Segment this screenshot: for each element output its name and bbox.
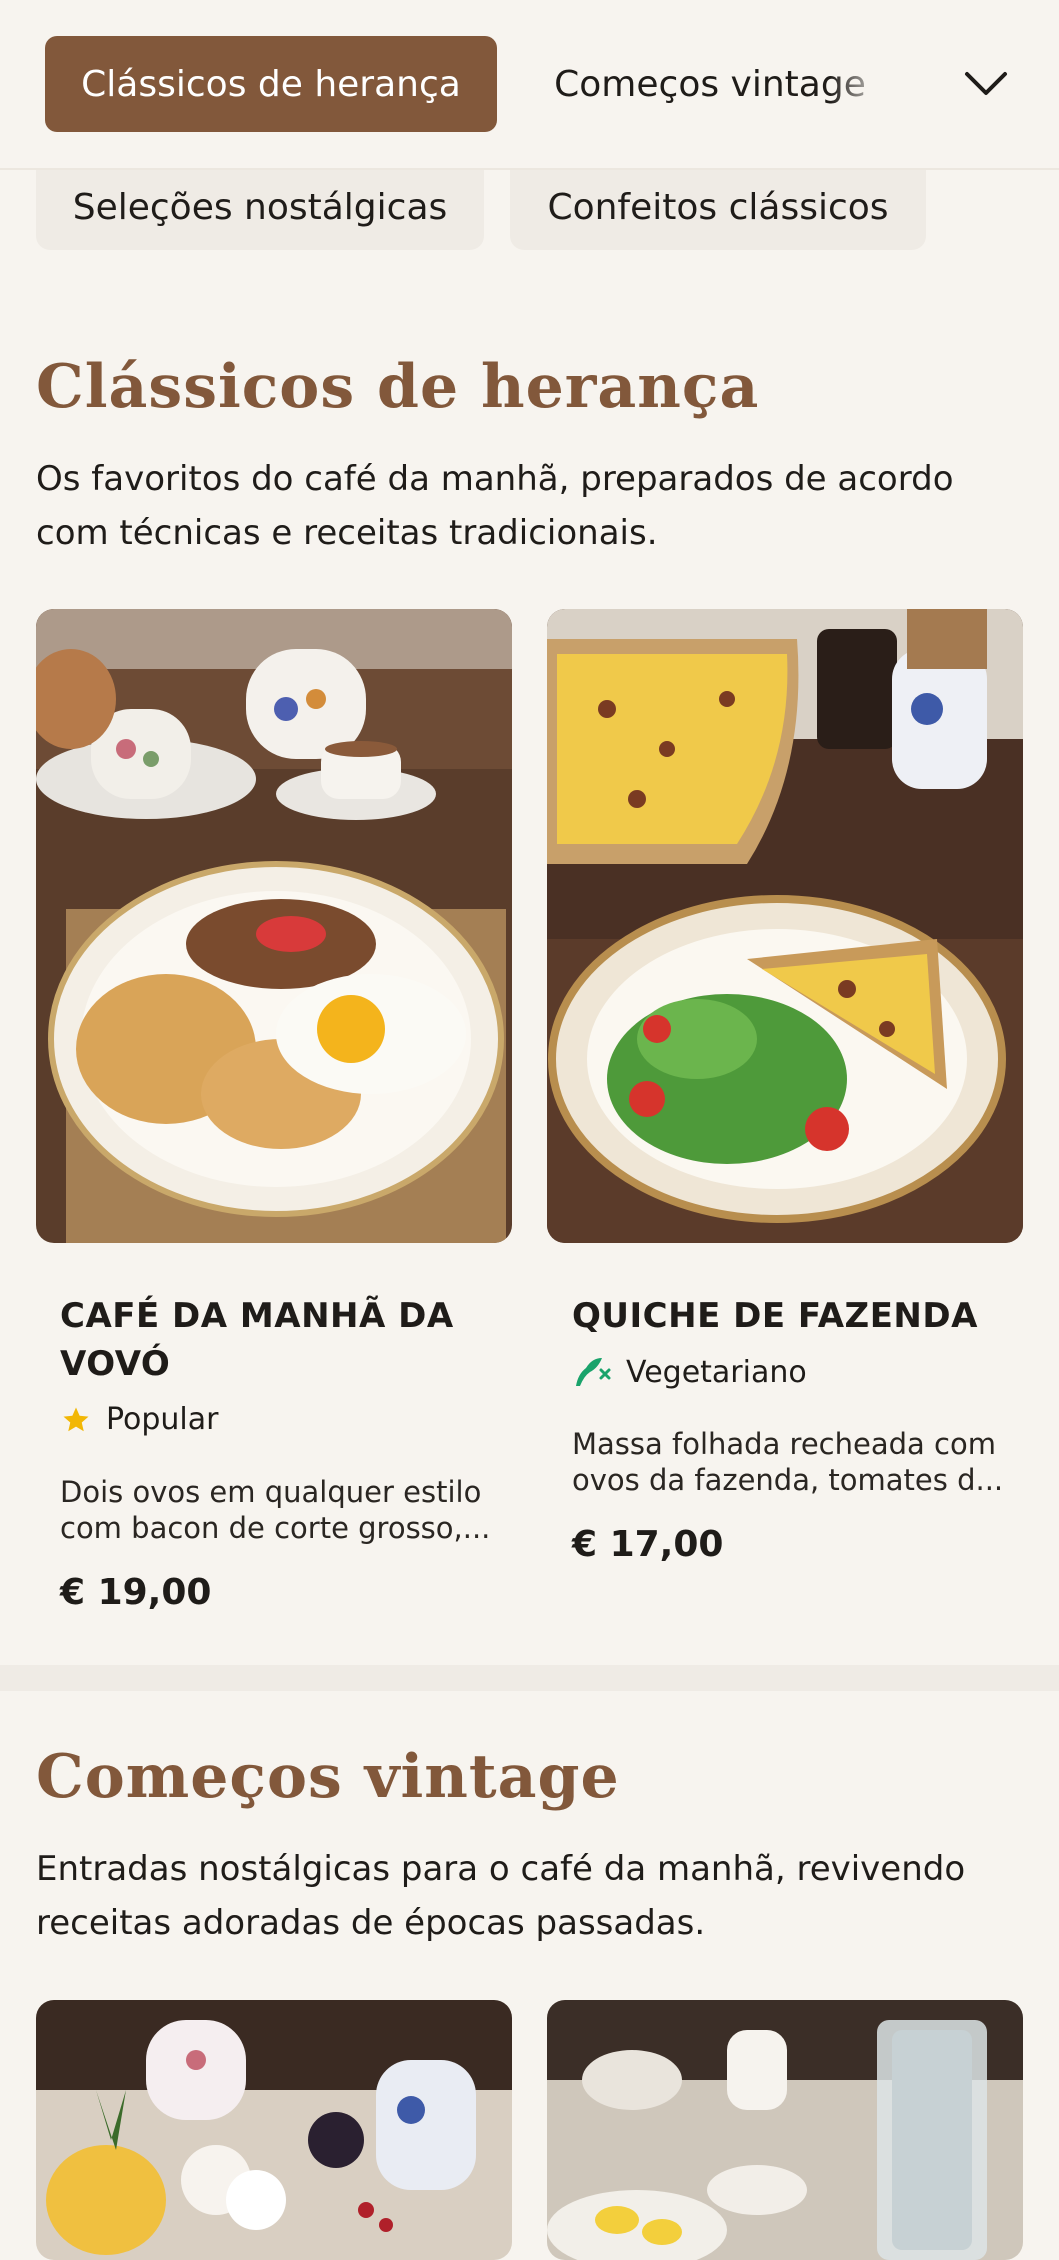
vintage-table-image[interactable] — [36, 2000, 512, 2260]
tag-label: Popular — [106, 1402, 219, 1437]
vegetarian-badge: Vegetariano — [572, 1354, 807, 1390]
tab-confeitos-classicos[interactable]: Confeitos clássicos — [510, 164, 926, 250]
item-title: QUICHE DE FAZENDA — [572, 1296, 978, 1336]
item-price: € 19,00 — [60, 1572, 212, 1613]
tab-selecoes-nostalgicas[interactable]: Seleções nostálgicas — [36, 164, 484, 250]
deviled-eggs-image[interactable] — [547, 2000, 1023, 2260]
section-title: Clássicos de herança — [36, 352, 760, 422]
section-title: Começos vintage — [36, 1742, 620, 1812]
section-description: Os favoritos do café da manhã, preparado… — [36, 459, 954, 553]
chevron-down-icon[interactable] — [960, 62, 1012, 106]
tab-comecos-vintage[interactable]: Começos vintage — [530, 36, 890, 132]
vegetarian-icon — [576, 1358, 611, 1386]
tab-label: Começos vintage — [554, 63, 866, 105]
star-icon — [63, 1407, 89, 1431]
category-nav-row2: Seleções nostálgicas Confeitos clássicos — [0, 164, 1059, 252]
section-divider — [0, 1665, 1059, 1691]
section-description: Entradas nostálgicas para o café da manh… — [36, 1849, 966, 1943]
popular-badge: Popular — [60, 1402, 219, 1437]
item-description: Dois ovos em qualquer estilo com bacon d… — [60, 1475, 491, 1545]
item-description: Massa folhada recheada com ovos da fazen… — [572, 1427, 1004, 1497]
tab-classicos-de-heranca[interactable]: Clássicos de herança — [45, 36, 497, 132]
quiche-plate-image[interactable] — [547, 609, 1023, 1243]
item-price: € 17,00 — [572, 1524, 724, 1565]
breakfast-plate-image[interactable] — [36, 609, 512, 1243]
category-nav: Clássicos de herança Começos vintage — [0, 0, 1059, 170]
tag-label: Vegetariano — [626, 1354, 807, 1390]
item-title: CAFÉ DA MANHÃ DA VOVÓ — [60, 1296, 454, 1384]
